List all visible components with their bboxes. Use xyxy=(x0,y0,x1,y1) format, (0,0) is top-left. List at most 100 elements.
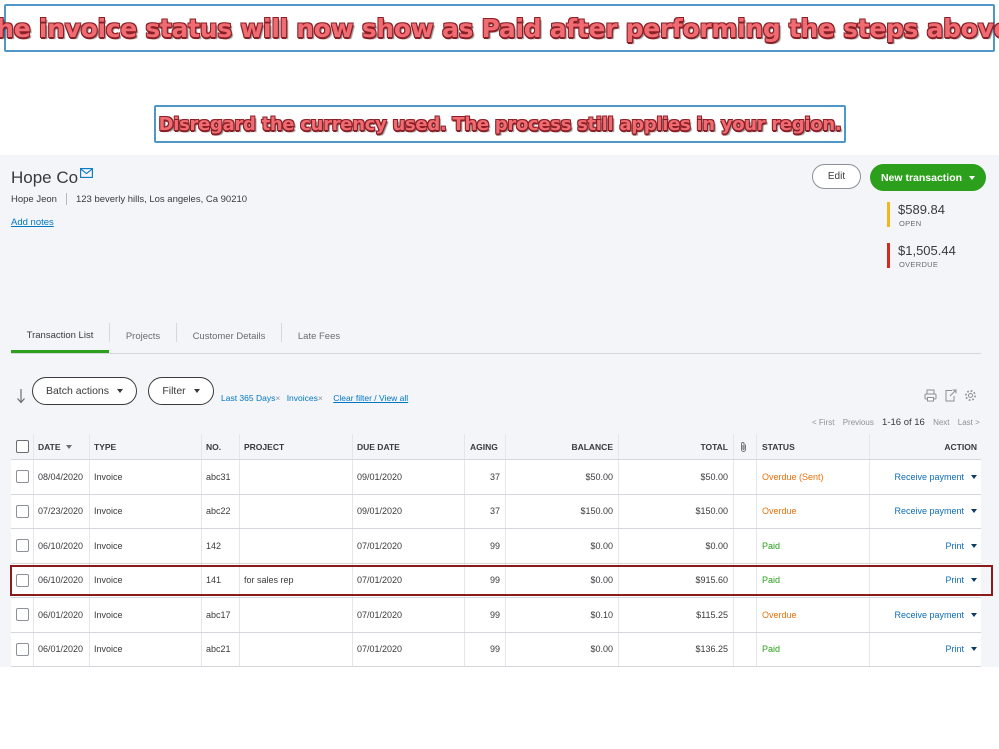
header-type[interactable]: TYPE xyxy=(94,434,116,459)
chevron-down-icon xyxy=(117,389,124,393)
row-action[interactable]: Receive payment xyxy=(870,460,977,494)
row-action[interactable]: Receive payment xyxy=(870,495,977,529)
gear-icon[interactable] xyxy=(964,389,977,402)
row-action[interactable]: Print xyxy=(870,529,977,563)
column-divider xyxy=(89,632,90,666)
row-action[interactable]: Print xyxy=(870,633,977,667)
chevron-down-icon[interactable] xyxy=(971,647,977,652)
row-action[interactable]: Print xyxy=(870,564,977,598)
row-aging: 99 xyxy=(489,609,500,620)
row-status: Paid xyxy=(762,575,781,586)
clear-filter-link[interactable]: Clear filter / View all xyxy=(333,393,408,403)
tab-customer-details[interactable]: Customer Details xyxy=(177,320,281,353)
row-action-link[interactable]: Receive payment xyxy=(894,610,964,620)
paperclip-icon xyxy=(741,441,746,452)
column-divider xyxy=(756,494,757,528)
filter-chip-type: Invoices xyxy=(286,393,318,403)
column-divider xyxy=(89,598,90,632)
row-action-link[interactable]: Print xyxy=(945,541,964,551)
row-total: $0.00 xyxy=(705,540,728,551)
row-total: $136.25 xyxy=(695,644,728,655)
table-row[interactable]: 06/10/2020 Invoice 141 for sales rep 07/01/2… xyxy=(11,563,981,598)
chevron-down-icon[interactable] xyxy=(971,612,977,617)
remove-filter-icon[interactable]: × xyxy=(275,393,280,403)
column-divider xyxy=(201,563,202,597)
row-checkbox[interactable] xyxy=(16,608,29,622)
customer-page: Hope Co Hope Jeon 123 beverly hills, Los… xyxy=(0,155,999,667)
column-divider xyxy=(733,598,734,632)
tab-late-fees[interactable]: Late Fees xyxy=(282,320,356,353)
tab-transaction-list[interactable]: Transaction List xyxy=(11,320,109,353)
row-action-link[interactable]: Receive payment xyxy=(894,506,964,516)
row-due-date: 09/01/2020 xyxy=(357,506,403,517)
row-aging: 99 xyxy=(489,540,500,551)
row-due-date: 07/01/2020 xyxy=(357,540,403,551)
header-total[interactable]: TOTAL xyxy=(619,434,728,459)
tab-projects[interactable]: Projects xyxy=(110,320,176,353)
row-action-link[interactable]: Print xyxy=(945,575,964,585)
print-icon[interactable] xyxy=(924,389,937,402)
pagination-previous[interactable]: Previous xyxy=(843,418,874,427)
annotation-banner-mid: Disregard the currency used. The process… xyxy=(154,105,846,143)
chevron-down-icon[interactable] xyxy=(971,509,977,514)
add-notes-link[interactable]: Add notes xyxy=(11,217,54,228)
filter-button[interactable]: Filter xyxy=(148,377,214,405)
mail-icon[interactable] xyxy=(80,168,93,178)
header-project[interactable]: PROJECT xyxy=(244,434,284,459)
table-row[interactable]: 07/23/2020 Invoice abc22 09/01/2020 37 $150.0… xyxy=(11,494,981,529)
table-row[interactable]: 08/04/2020 Invoice abc31 09/01/2020 37 $50.00… xyxy=(11,460,981,495)
row-checkbox[interactable] xyxy=(16,470,29,484)
row-number: abc31 xyxy=(206,471,231,482)
table-row[interactable]: 06/01/2020 Invoice abc21 07/01/2020 99 $0.00 $… xyxy=(11,632,981,667)
column-divider xyxy=(201,632,202,666)
column-divider xyxy=(352,529,353,563)
attachment-header xyxy=(739,434,748,459)
column-divider xyxy=(239,598,240,632)
new-transaction-button[interactable]: New transaction xyxy=(870,164,986,191)
header-aging[interactable]: AGING xyxy=(470,434,498,459)
row-checkbox[interactable] xyxy=(16,573,29,587)
sort-caret-icon xyxy=(65,444,72,449)
header-no[interactable]: NO. xyxy=(206,434,221,459)
contact-line: Hope Jeon 123 beverly hills, Los angeles… xyxy=(11,193,247,205)
column-divider xyxy=(33,529,34,563)
edit-button[interactable]: Edit xyxy=(812,164,861,189)
export-icon[interactable] xyxy=(944,389,957,402)
table-row[interactable]: 06/10/2020 Invoice 142 07/01/2020 99 $0.00 $0.… xyxy=(11,529,981,564)
chevron-down-icon[interactable] xyxy=(971,543,977,548)
table-body: 08/04/2020 Invoice abc31 09/01/2020 37 $50.00… xyxy=(11,460,981,667)
select-all-checkbox[interactable] xyxy=(16,440,29,453)
header-date[interactable]: DATE xyxy=(38,434,72,459)
header-status[interactable]: STATUS xyxy=(762,434,795,459)
new-transaction-label: New transaction xyxy=(880,171,963,184)
row-date: 07/23/2020 xyxy=(38,506,84,517)
chevron-down-icon[interactable] xyxy=(971,474,977,479)
customer-tabs: Transaction List Projects Customer Detai… xyxy=(11,320,981,354)
chevron-down-icon[interactable] xyxy=(971,578,977,583)
column-divider xyxy=(756,563,757,597)
remove-filter-icon[interactable]: × xyxy=(318,393,323,403)
table-row[interactable]: 06/01/2020 Invoice abc17 07/01/2020 99 $0.10 $… xyxy=(11,598,981,633)
batch-actions-button[interactable]: Batch actions xyxy=(32,377,137,405)
row-due-date: 07/01/2020 xyxy=(357,644,403,655)
annotation-mid-text: Disregard the currency used. The process… xyxy=(158,113,842,135)
row-balance: $0.10 xyxy=(590,609,613,620)
row-checkbox[interactable] xyxy=(16,642,29,656)
row-type: Invoice xyxy=(94,540,123,551)
row-checkbox[interactable] xyxy=(16,539,29,553)
row-checkbox[interactable] xyxy=(16,504,29,518)
customer-address: 123 beverly hills, Los angeles, Ca 90210 xyxy=(75,193,248,205)
header-balance[interactable]: BALANCE xyxy=(506,434,613,459)
header-due-date[interactable]: DUE DATE xyxy=(357,434,400,459)
contact-name: Hope Jeon xyxy=(11,193,57,205)
column-divider xyxy=(239,434,240,459)
overdue-color-bar xyxy=(887,243,890,268)
row-action[interactable]: Receive payment xyxy=(870,598,977,632)
row-action-link[interactable]: Receive payment xyxy=(894,472,964,482)
row-action-link[interactable]: Print xyxy=(945,644,964,654)
sort-arrow-icon[interactable] xyxy=(16,388,26,404)
pagination-next[interactable]: Next xyxy=(933,418,949,427)
pagination-last[interactable]: Last > xyxy=(958,418,980,427)
pagination-first[interactable]: < First xyxy=(812,418,834,427)
table-header: DATE TYPE NO. PROJECT DUE DATE AGING BAL… xyxy=(11,434,981,460)
